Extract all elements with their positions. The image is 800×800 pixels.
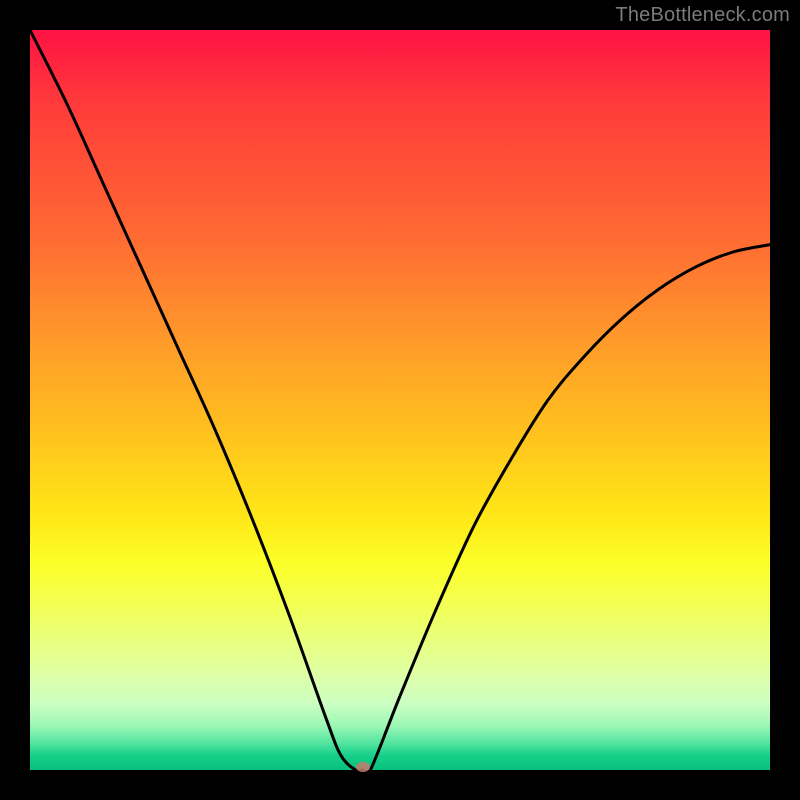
- chart-plot-area: [30, 30, 770, 770]
- watermark-text: TheBottleneck.com: [615, 4, 790, 27]
- optimal-marker: [356, 762, 370, 772]
- chart-svg: [30, 30, 770, 770]
- chart-frame: TheBottleneck.com: [0, 0, 800, 800]
- bottleneck-curve: [30, 30, 770, 775]
